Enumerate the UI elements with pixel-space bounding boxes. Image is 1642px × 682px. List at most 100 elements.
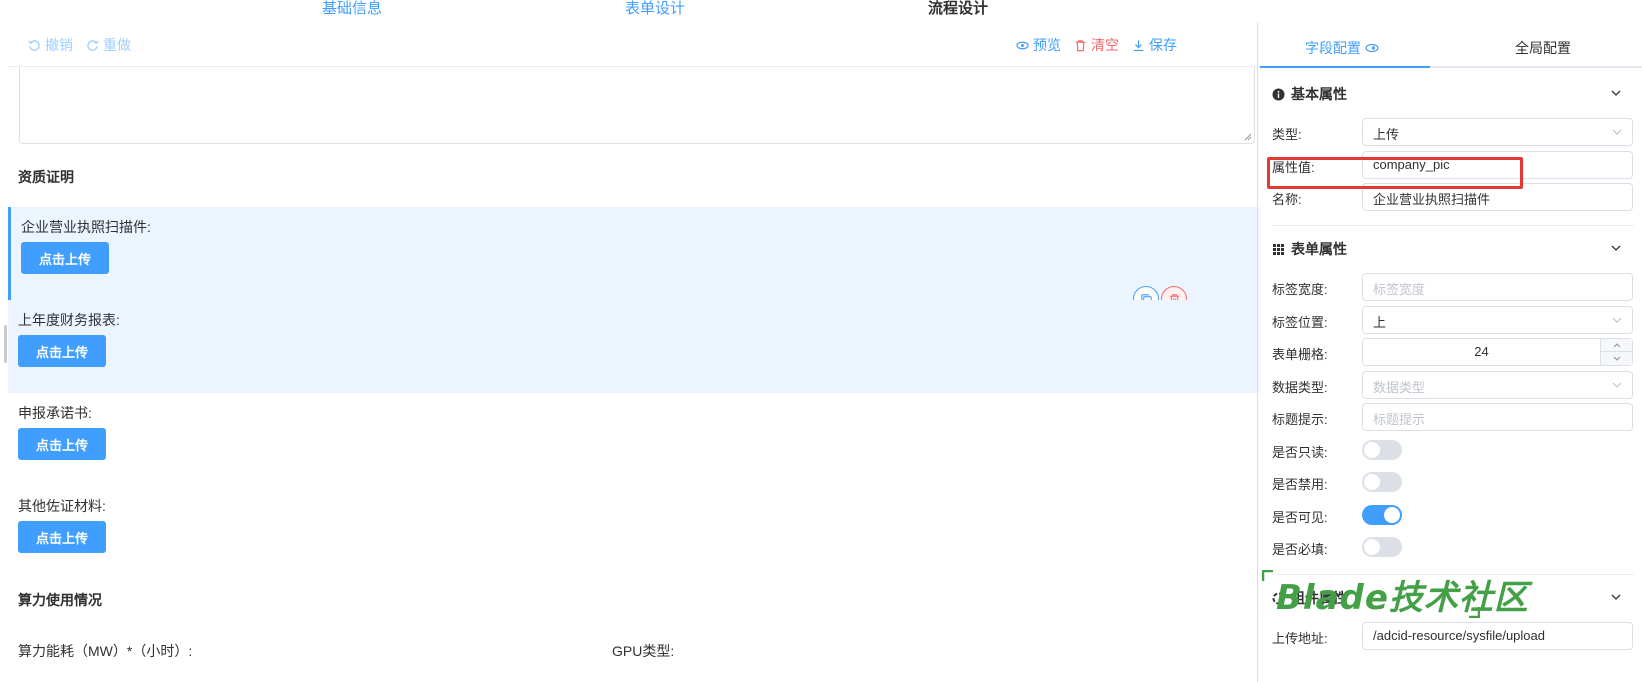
chevron-down-icon bbox=[1611, 90, 1621, 96]
visible-switch[interactable] bbox=[1362, 505, 1402, 525]
row-label-position: 标签位置: 上 bbox=[1272, 306, 1634, 334]
tab-field-config[interactable]: 字段配置 bbox=[1305, 38, 1379, 58]
required-switch[interactable] bbox=[1362, 537, 1402, 557]
top-tabs: 基础信息 表单设计 流程设计 bbox=[0, 0, 1642, 22]
field-commitment-letter[interactable]: 申报承诺书: 点击上传 bbox=[8, 393, 1260, 486]
undo-icon bbox=[28, 39, 40, 51]
chevron-down-icon bbox=[1612, 382, 1622, 388]
resize-handle-icon[interactable] bbox=[1244, 133, 1252, 141]
redo-button[interactable]: 重做 bbox=[86, 35, 131, 55]
required-label: 是否必填: bbox=[1272, 542, 1328, 557]
field-financial-report[interactable]: 上年度财务报表: 点击上传 bbox=[8, 300, 1260, 393]
corner-bracket-icon bbox=[1262, 570, 1273, 581]
preview-button[interactable]: 预览 bbox=[1016, 35, 1061, 55]
chevron-up-icon bbox=[1613, 343, 1620, 348]
chevron-down-icon bbox=[1613, 356, 1620, 361]
config-tabs: 字段配置 全局配置 bbox=[1260, 22, 1642, 68]
info-icon bbox=[1272, 88, 1285, 100]
label-width-label: 标签宽度: bbox=[1272, 282, 1328, 297]
tab-flow-design[interactable]: 流程设计 bbox=[928, 0, 988, 18]
tab-global-config[interactable]: 全局配置 bbox=[1515, 38, 1571, 58]
field-label-gpu-type: GPU类型: bbox=[612, 643, 675, 659]
row-disabled: 是否禁用: bbox=[1272, 468, 1634, 496]
field-label-energy: 算力能耗（MW）*（小时）: bbox=[18, 643, 193, 659]
title-tip-label: 标题提示: bbox=[1272, 412, 1328, 427]
active-tab-indicator bbox=[1260, 66, 1430, 68]
field-other-materials[interactable]: 其他佐证材料: 点击上传 bbox=[8, 486, 1260, 579]
section-title-qualification: 资质证明 bbox=[18, 169, 74, 185]
row-readonly: 是否只读: bbox=[1272, 436, 1634, 464]
grid-number-input[interactable]: 24 bbox=[1362, 338, 1633, 366]
type-select[interactable]: 上传 bbox=[1362, 118, 1633, 146]
upload-button[interactable]: 点击上传 bbox=[18, 521, 106, 553]
tab-field-config-label: 字段配置 bbox=[1305, 40, 1361, 56]
field-label: 申报承诺书: bbox=[18, 405, 92, 421]
label-position-value: 上 bbox=[1373, 315, 1387, 330]
save-label: 保存 bbox=[1149, 37, 1177, 53]
number-stepper[interactable] bbox=[1600, 339, 1632, 365]
chevron-down-icon bbox=[1611, 594, 1621, 600]
watermark: Blade技术社区 bbox=[1262, 570, 1562, 620]
preview-label: 预览 bbox=[1033, 37, 1061, 53]
designer-toolbar: 撤销 重做 预览 清空 保存 bbox=[8, 22, 1260, 67]
divider bbox=[1272, 225, 1634, 226]
data-type-placeholder: 数据类型 bbox=[1373, 380, 1426, 395]
readonly-switch[interactable] bbox=[1362, 440, 1402, 460]
row-label-width: 标签宽度: 标签宽度 bbox=[1272, 273, 1634, 301]
label-position-select[interactable]: 上 bbox=[1362, 306, 1633, 334]
grid-icon bbox=[1273, 243, 1284, 255]
row-grid: 表单栅格: 24 bbox=[1272, 338, 1634, 366]
corner-bracket-icon bbox=[1469, 607, 1480, 618]
upload-url-input[interactable]: /adcid-resource/sysfile/upload bbox=[1362, 622, 1633, 650]
group-basic-header[interactable]: 基本属性 bbox=[1272, 82, 1622, 106]
upload-button[interactable]: 点击上传 bbox=[18, 335, 106, 367]
upload-button[interactable]: 点击上传 bbox=[21, 242, 109, 274]
tab-form-design[interactable]: 表单设计 bbox=[625, 0, 685, 18]
tab-basic-info[interactable]: 基础信息 bbox=[322, 0, 382, 18]
title-tip-input[interactable]: 标题提示 bbox=[1362, 403, 1633, 431]
type-value: 上传 bbox=[1373, 127, 1400, 142]
download-icon bbox=[1133, 39, 1144, 51]
row-title-tip: 标题提示: 标题提示 bbox=[1272, 403, 1634, 431]
row-required: 是否必填: bbox=[1272, 533, 1634, 561]
data-type-select[interactable]: 数据类型 bbox=[1362, 371, 1633, 399]
redo-label: 重做 bbox=[103, 37, 131, 53]
eye-icon bbox=[1016, 41, 1029, 49]
panel-divider bbox=[1257, 22, 1258, 682]
row-data-type: 数据类型: 数据类型 bbox=[1272, 371, 1634, 399]
section-title-compute-usage: 算力使用情况 bbox=[18, 592, 102, 608]
disabled-switch[interactable] bbox=[1362, 472, 1402, 492]
upload-button[interactable]: 点击上传 bbox=[18, 428, 106, 460]
chevron-down-icon bbox=[1612, 129, 1622, 135]
field-label: 其他佐证材料: bbox=[18, 498, 106, 514]
textarea-field[interactable] bbox=[19, 67, 1255, 144]
undo-label: 撤销 bbox=[45, 37, 73, 53]
form-designer-canvas: 撤销 重做 预览 清空 保存 资质证明 企业营业执照扫描件: 点击上传 上年度财… bbox=[8, 22, 1260, 682]
chevron-down-icon bbox=[1611, 245, 1621, 251]
label-width-input[interactable]: 标签宽度 bbox=[1362, 273, 1633, 301]
increase-button[interactable] bbox=[1601, 339, 1632, 352]
row-type: 类型: 上传 bbox=[1272, 118, 1634, 146]
group-form-title: 表单属性 bbox=[1291, 241, 1347, 257]
grid-value: 24 bbox=[1474, 344, 1489, 359]
row-visible: 是否可见: bbox=[1272, 501, 1634, 529]
decrease-button[interactable] bbox=[1601, 352, 1632, 365]
disabled-label: 是否禁用: bbox=[1272, 477, 1328, 492]
chevron-down-icon bbox=[1612, 317, 1622, 323]
left-resize-grip[interactable] bbox=[4, 325, 7, 363]
field-label: 上年度财务报表: bbox=[18, 312, 120, 328]
row-upload-url: 上传地址: /adcid-resource/sysfile/upload bbox=[1272, 622, 1634, 650]
grid-label: 表单栅格: bbox=[1272, 347, 1328, 362]
readonly-label: 是否只读: bbox=[1272, 445, 1328, 460]
upload-url-label: 上传地址: bbox=[1272, 631, 1328, 646]
clear-button[interactable]: 清空 bbox=[1074, 35, 1119, 55]
clear-label: 清空 bbox=[1091, 37, 1119, 53]
undo-button[interactable]: 撤销 bbox=[28, 35, 73, 55]
watermark-text: Blade技术社区 bbox=[1276, 578, 1529, 618]
group-form-header[interactable]: 表单属性 bbox=[1272, 237, 1622, 261]
redo-icon bbox=[87, 39, 99, 51]
save-button[interactable]: 保存 bbox=[1132, 35, 1177, 55]
field-business-license[interactable]: 企业营业执照扫描件: 点击上传 bbox=[8, 207, 1260, 300]
group-basic-title: 基本属性 bbox=[1291, 86, 1347, 102]
trash-icon bbox=[1075, 39, 1086, 51]
